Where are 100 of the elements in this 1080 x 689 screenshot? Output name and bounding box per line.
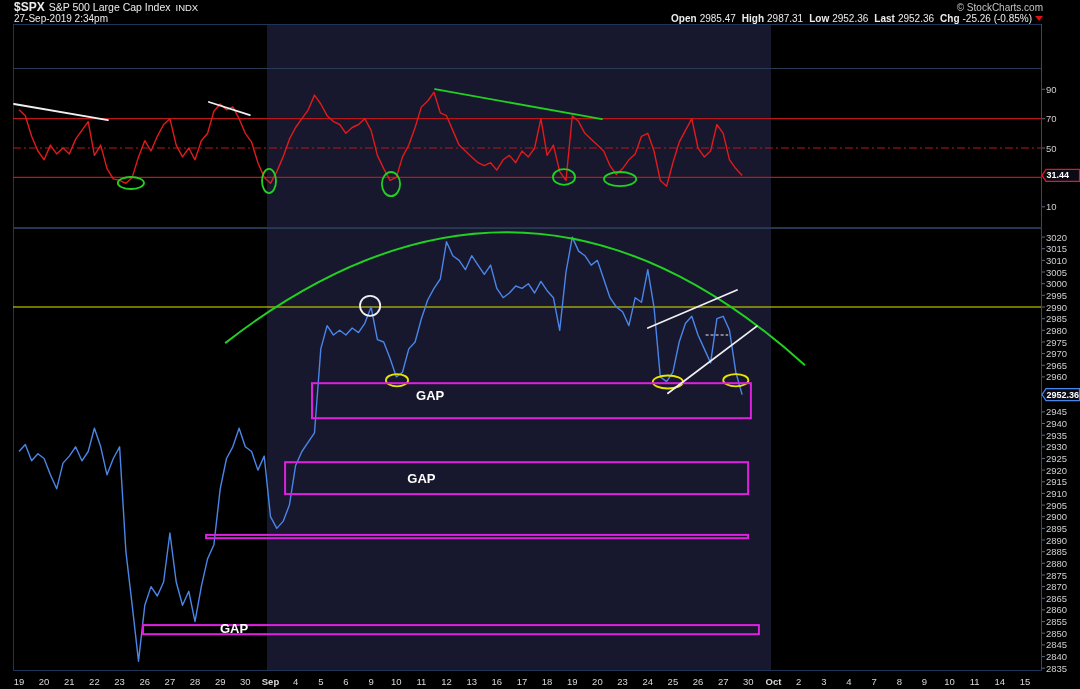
axis-label: 9: [368, 675, 374, 687]
axis-label: 2875: [1046, 569, 1068, 581]
axis-label: 11: [416, 675, 427, 687]
credit-text: © StockCharts.com: [956, 2, 1043, 13]
axis-label: 6: [343, 675, 349, 687]
axis-label: 10: [1046, 201, 1057, 213]
axis-label: Sep: [261, 675, 280, 687]
axis-label: 17: [516, 675, 528, 687]
axis-label: 14: [994, 675, 1006, 687]
axis-label: 9: [921, 675, 928, 687]
quote-label: High: [741, 13, 765, 24]
axis-label: 20: [38, 675, 50, 687]
chart-label: GAP: [416, 388, 445, 404]
axis-label: 2990: [1046, 301, 1068, 313]
axis-label: 20: [592, 675, 603, 687]
axis-label: 2870: [1046, 581, 1068, 593]
highlight-ellipse: [722, 373, 750, 388]
axis-label: 7: [871, 675, 877, 687]
axis-label: 19: [567, 675, 578, 687]
chart-label: GAP: [407, 470, 436, 486]
axis-label: 2890: [1046, 534, 1068, 546]
axis-label: 4: [846, 675, 852, 687]
quote-value: 2952.36: [832, 13, 869, 24]
quote-value: 2985.47: [699, 13, 736, 24]
axis-label: 2835: [1046, 662, 1068, 674]
axis-label: 28: [189, 675, 201, 687]
axis-label: 2995: [1046, 289, 1068, 301]
axis-label: 30: [743, 675, 754, 687]
quote-label: Chg: [940, 13, 960, 24]
axis-label: 29: [214, 675, 226, 687]
axis-label: 30: [240, 675, 251, 687]
axis-label: 16: [491, 675, 503, 687]
axis-label: 2895: [1046, 522, 1068, 534]
axis-label: 10: [944, 675, 955, 687]
quote-label: Last: [874, 13, 895, 24]
quote-value: 2952.36: [897, 13, 935, 24]
axis-label: 2880: [1046, 557, 1068, 569]
axis-label: 2965: [1046, 359, 1068, 371]
axis-label: 2845: [1046, 639, 1068, 651]
index-name: S&P 500 Large Cap Index: [48, 2, 171, 13]
last-value-badge: 31.44: [1041, 168, 1080, 182]
axis-label: 26: [692, 675, 704, 687]
axis-label: 2985: [1046, 313, 1068, 325]
axis-label: 2945: [1046, 406, 1068, 418]
axis-label: 15: [1019, 675, 1031, 687]
axis-label: 10: [391, 675, 402, 687]
axis-label: 2940: [1046, 418, 1068, 429]
axis-label: 23: [114, 675, 125, 687]
quote-value: 2987.31: [767, 13, 804, 24]
ticker-symbol: $SPX: [14, 2, 45, 13]
axis-label: 3020: [1046, 231, 1068, 243]
trend-line: [208, 101, 251, 116]
axis-label: 2905: [1046, 499, 1068, 511]
axis-label: 19: [13, 675, 25, 687]
axis-label: 3010: [1046, 254, 1068, 266]
highlight-ellipse: [381, 171, 401, 198]
axis-label: 2930: [1046, 441, 1068, 453]
quote-label: Open: [671, 13, 697, 24]
axis-label: 2915: [1046, 476, 1068, 488]
highlight-ellipse: [385, 373, 409, 388]
axis-label: 27: [717, 675, 729, 687]
axis-label: 13: [466, 675, 477, 687]
axis-label: 2860: [1046, 604, 1068, 616]
axis-label: 2865: [1046, 592, 1068, 604]
axis-label: 27: [164, 675, 176, 687]
axis-label: 22: [89, 675, 100, 687]
axis-label: 2920: [1046, 464, 1068, 476]
axis-label: 3015: [1046, 243, 1068, 255]
axis-label: 11: [969, 675, 980, 687]
axis-label: 23: [617, 675, 628, 687]
quote-value: -25.26 (-0.85%): [962, 13, 1032, 24]
axis-label: 2910: [1046, 487, 1068, 499]
dashed-line: [705, 334, 729, 336]
highlight-circle: [359, 294, 382, 317]
axis-label: 18: [541, 675, 553, 687]
axis-label: 3005: [1046, 266, 1068, 278]
axis-label: 2980: [1046, 324, 1068, 336]
axis-label: 2925: [1046, 453, 1068, 464]
axis-label: 2: [795, 675, 802, 687]
axis-label: 3000: [1046, 278, 1068, 290]
exchange-label: INDX: [175, 2, 199, 13]
axis-label: 21: [64, 675, 75, 687]
highlight-ellipse: [261, 168, 277, 194]
axis-label: 12: [441, 675, 452, 687]
axis-label: 2855: [1046, 616, 1068, 628]
axis-label: 2975: [1046, 336, 1068, 348]
axis-label: 4: [292, 675, 299, 687]
highlight-ellipse: [651, 374, 684, 390]
quote-label: Low: [809, 13, 830, 24]
chart-label: GAP: [219, 621, 249, 637]
highlight-ellipse: [603, 171, 638, 188]
axis-label: Oct: [765, 675, 782, 687]
last-value-badge: 2952.36: [1041, 388, 1080, 402]
axis-label: 2885: [1046, 546, 1068, 558]
axis-label: 90: [1046, 83, 1057, 95]
axis-label: 2970: [1046, 348, 1068, 360]
axis-label: 26: [139, 675, 151, 687]
axis-label: 5: [318, 675, 324, 687]
axis-label: 25: [667, 675, 679, 687]
timestamp: 27-Sep-2019 2:34pm: [14, 13, 108, 24]
